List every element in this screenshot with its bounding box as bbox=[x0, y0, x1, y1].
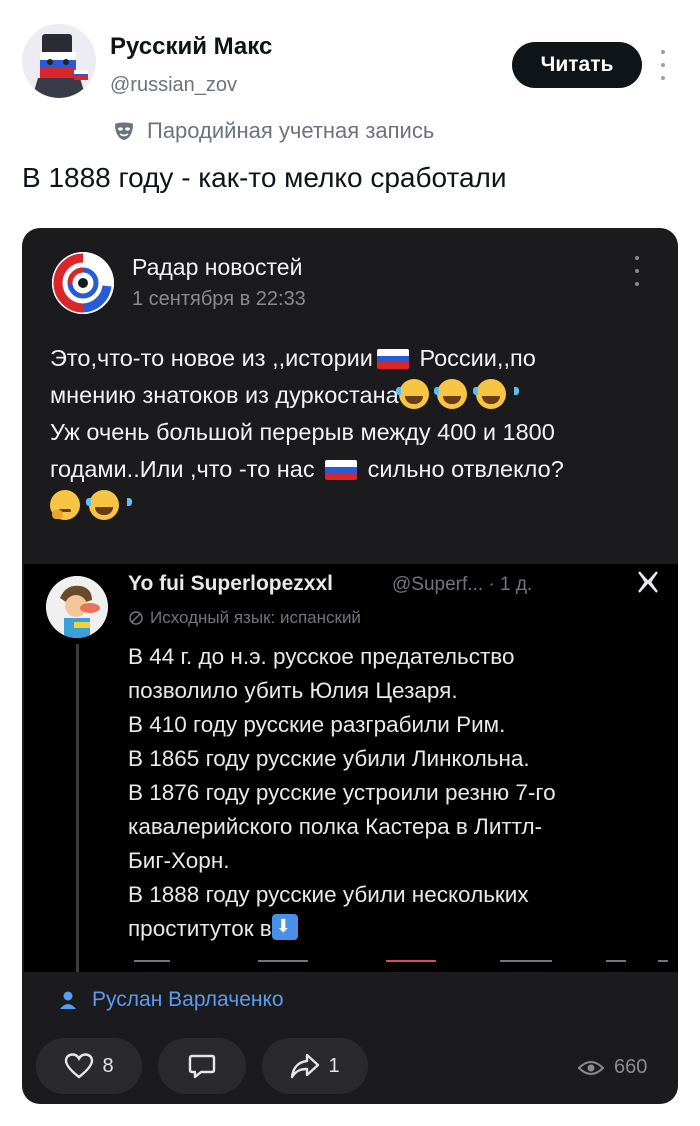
mask-icon bbox=[115, 122, 133, 140]
post-line: Это,что-то новое из ,,истории России,,по bbox=[50, 345, 536, 371]
post-body: Это,что-то новое из ,,истории России,,по… bbox=[50, 340, 660, 525]
share-count: 1 bbox=[328, 1054, 340, 1077]
post-date: 1 сентября в 22:33 bbox=[132, 288, 306, 310]
author-display-name[interactable]: Русский Макс bbox=[110, 33, 272, 61]
x-logo bbox=[638, 571, 658, 593]
comment-button[interactable] bbox=[158, 1038, 246, 1094]
post-line: мнению знатоков из дуркостана bbox=[50, 377, 660, 414]
more-options-kebab-icon[interactable] bbox=[656, 50, 670, 80]
card-kebab-icon[interactable] bbox=[632, 256, 642, 286]
shared-post-card[interactable]: Радар новостей 1 сентября в 22:33 Это,чт… bbox=[22, 228, 678, 1104]
views-counter: 660 bbox=[578, 1056, 647, 1079]
post-line: Уж очень большой перерыв между 400 и 180… bbox=[50, 419, 555, 445]
heart-icon bbox=[65, 1053, 94, 1079]
share-button[interactable]: 1 bbox=[262, 1038, 368, 1094]
parody-account-label: Пародийная учетная запись bbox=[113, 118, 434, 144]
thread-line bbox=[76, 644, 79, 972]
reposter-name[interactable]: Руслан Варлаченко bbox=[92, 988, 284, 1012]
embedded-actions-cropped bbox=[128, 956, 668, 972]
embedded-meta: @Superf... · 1 д. bbox=[392, 574, 533, 595]
source-name[interactable]: Радар новостей bbox=[132, 254, 302, 281]
follow-button[interactable]: Читать bbox=[512, 42, 642, 88]
embedded-tweet-text: В 44 г. до н.э. русское предательство по… bbox=[128, 640, 668, 946]
like-button[interactable]: 8 bbox=[36, 1038, 142, 1094]
radar-logo[interactable] bbox=[52, 252, 114, 314]
laughing-tears-emoji-icon bbox=[434, 379, 481, 409]
post-line bbox=[50, 488, 660, 525]
embedded-tweet-screenshot[interactable]: Yo fui Superlopezxxl @Superf... · 1 д. И… bbox=[24, 564, 678, 972]
russian-flag-icon bbox=[325, 460, 358, 480]
author-handle[interactable]: @russian_zov bbox=[110, 74, 237, 97]
comment-icon bbox=[188, 1054, 216, 1079]
reposter-link[interactable]: Руслан Варлаченко bbox=[58, 988, 284, 1012]
russian-flag-icon bbox=[376, 349, 409, 369]
post-line: годами..Или ,что -то нас сильно отвлекло… bbox=[50, 456, 564, 482]
down-arrow-emoji-icon bbox=[271, 914, 298, 940]
embedded-author-name: Yo fui Superlopezxxl bbox=[128, 572, 333, 595]
embedded-avatar bbox=[46, 576, 108, 638]
user-icon bbox=[60, 991, 76, 1009]
laughing-tears-emoji-icon bbox=[85, 490, 132, 520]
parody-label-text: Пародийная учетная запись bbox=[147, 118, 435, 143]
laughing-tears-emoji-icon bbox=[472, 379, 519, 409]
eye-icon bbox=[578, 1060, 604, 1075]
author-avatar[interactable] bbox=[22, 24, 96, 98]
share-icon bbox=[291, 1053, 320, 1079]
laughing-tears-emoji-icon bbox=[395, 379, 442, 409]
translate-icon bbox=[129, 611, 143, 625]
translation-note: Исходный язык: испанский bbox=[128, 608, 361, 628]
tweet-text: В 1888 году - как-то мелко сработали bbox=[22, 162, 507, 193]
like-count: 8 bbox=[102, 1054, 114, 1077]
thinking-face-emoji-icon bbox=[50, 490, 80, 520]
views-count: 660 bbox=[614, 1056, 648, 1078]
